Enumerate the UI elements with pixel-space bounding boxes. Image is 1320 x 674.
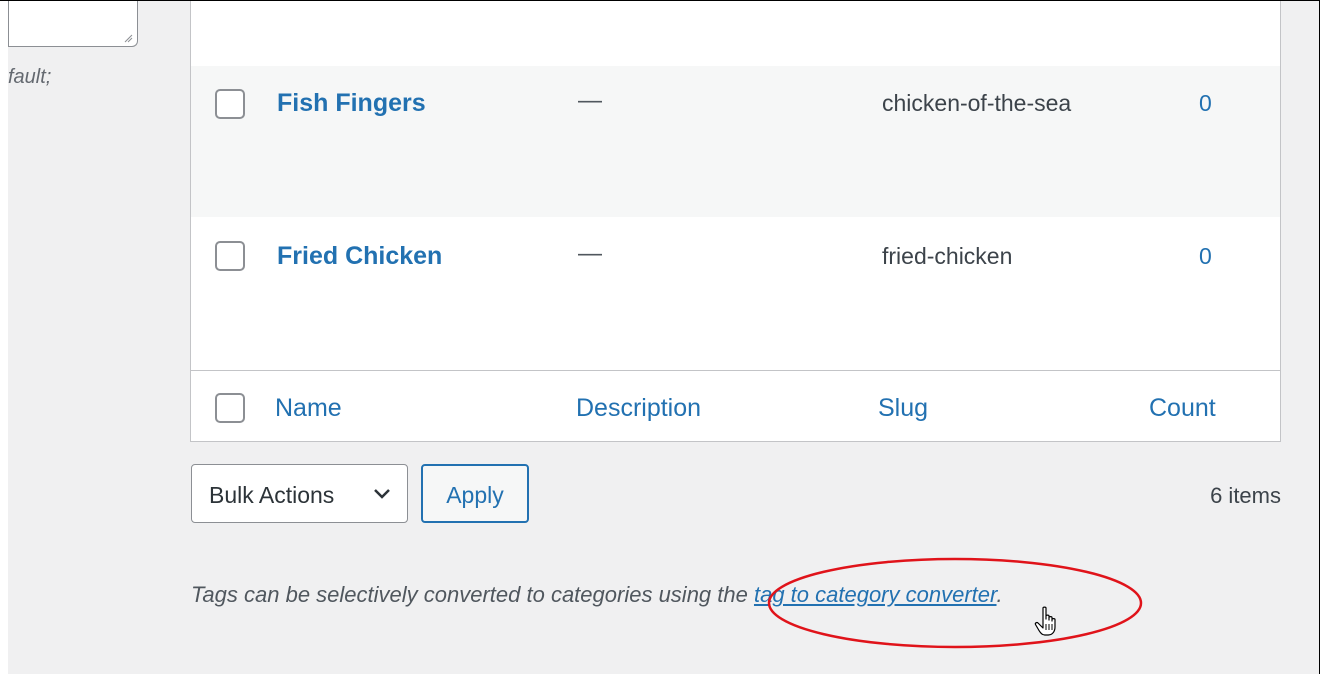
bulk-actions-selected: Bulk Actions: [209, 482, 335, 508]
table-row: Fish Fingers — chicken-of-the-sea 0: [191, 66, 1280, 217]
tag-name-link[interactable]: Fried Chicken: [277, 242, 442, 271]
tag-count-link[interactable]: 0: [1199, 243, 1212, 270]
resize-grip-icon[interactable]: [123, 33, 133, 43]
left-help-text: fault;: [8, 66, 52, 88]
description-textarea[interactable]: [8, 1, 138, 47]
row-checkbox[interactable]: [215, 241, 245, 271]
select-all-checkbox[interactable]: [215, 393, 245, 423]
column-count-sort[interactable]: Count: [1149, 394, 1216, 423]
row-checkbox[interactable]: [215, 89, 245, 119]
table-footer: Name Description Slug Count: [191, 372, 1280, 442]
column-name-sort[interactable]: Name: [275, 394, 342, 423]
tag-name-link[interactable]: Fish Fingers: [277, 89, 426, 118]
tag-slug: chicken-of-the-sea: [882, 90, 1072, 116]
tag-count-link[interactable]: 0: [1199, 90, 1212, 117]
hand-cursor-icon: [1034, 606, 1056, 636]
chevron-down-icon: [374, 489, 390, 499]
tags-table: Fish Fingers — chicken-of-the-sea 0 Frie…: [190, 1, 1281, 442]
column-description-sort[interactable]: Description: [576, 394, 701, 423]
tag-description: —: [578, 240, 602, 267]
tag-to-category-converter-link[interactable]: tag to category converter: [754, 582, 997, 607]
bulk-actions-select[interactable]: Bulk Actions: [191, 464, 408, 523]
tag-description: —: [578, 87, 602, 114]
column-slug-sort[interactable]: Slug: [878, 394, 928, 423]
items-count: 6 items: [1210, 483, 1281, 508]
converter-note-text: Tags can be selectively converted to cat…: [191, 582, 754, 607]
tag-slug: fried-chicken: [882, 243, 1013, 269]
table-row: Fried Chicken — fried-chicken 0: [191, 217, 1280, 371]
apply-button[interactable]: Apply: [421, 464, 529, 523]
converter-note: Tags can be selectively converted to cat…: [191, 582, 1003, 608]
converter-note-end: .: [996, 582, 1003, 607]
